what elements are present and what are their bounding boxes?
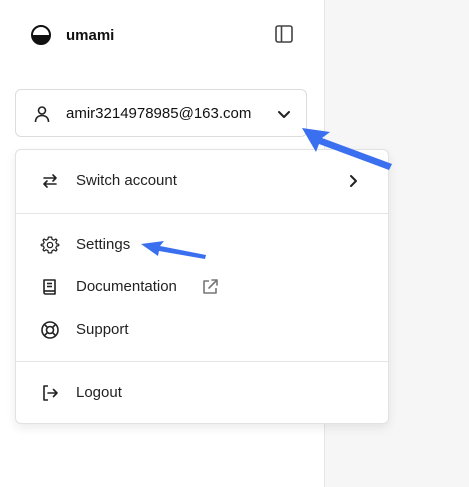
annotation-arrow-icon: [141, 241, 206, 259]
menu-divider: [16, 213, 388, 214]
logout-icon: [40, 383, 60, 403]
menu-item-support[interactable]: Support: [16, 310, 388, 350]
menu-divider: [16, 361, 388, 362]
menu-item-label: Support: [76, 321, 129, 338]
menu-item-logout[interactable]: Logout: [16, 373, 388, 413]
menu-item-label: Documentation: [76, 278, 177, 295]
user-icon: [32, 104, 52, 124]
annotation-arrow-icon: [302, 128, 392, 170]
brand[interactable]: umami: [30, 24, 114, 46]
sidebar-toggle-icon[interactable]: [274, 24, 294, 44]
umami-logo-icon: [30, 24, 52, 46]
lifebuoy-icon: [40, 320, 60, 340]
account-menu: Switch account Settings Documentation Su…: [15, 149, 389, 424]
account-email: amir3214978985@163.com: [66, 105, 252, 122]
brand-name: umami: [66, 26, 115, 44]
menu-item-label: Switch account: [76, 172, 177, 189]
external-link-icon: [200, 277, 220, 297]
gear-icon: [40, 235, 60, 255]
menu-item-label: Logout: [76, 384, 122, 401]
menu-item-label: Settings: [76, 236, 131, 253]
book-icon: [40, 277, 60, 297]
menu-item-documentation[interactable]: Documentation: [16, 267, 388, 307]
switch-arrows-icon: [40, 171, 60, 191]
account-selector[interactable]: amir3214978985@163.com: [15, 89, 307, 137]
